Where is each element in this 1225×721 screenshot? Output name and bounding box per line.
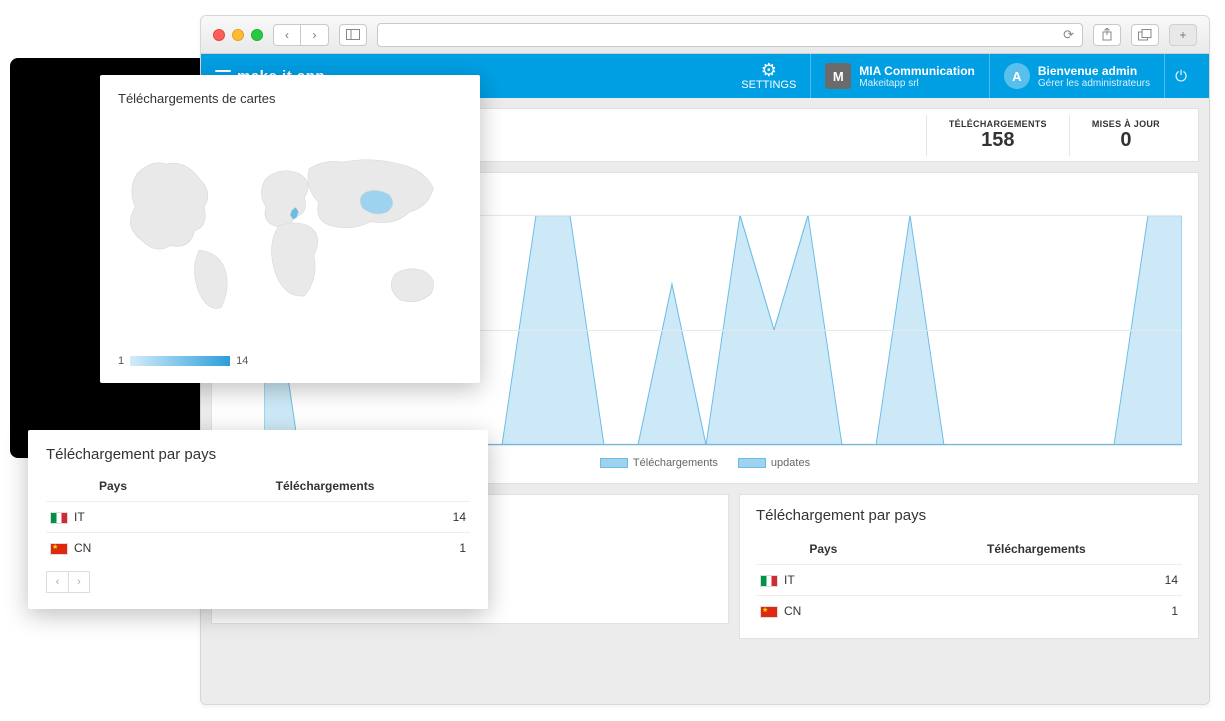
stat-value: 0: [1092, 129, 1160, 152]
org-avatar: M: [825, 63, 851, 89]
stat-label: TÉLÉCHARGEMENTS: [949, 119, 1047, 129]
legend-label: updates: [771, 457, 810, 469]
url-bar[interactable]: ⟳: [377, 23, 1083, 47]
country-code: IT: [784, 573, 795, 587]
world-map: [118, 116, 462, 346]
pager-prev-button[interactable]: ‹: [46, 571, 68, 593]
stat-downloads: TÉLÉCHARGEMENTS 158: [926, 115, 1069, 156]
stat-updates: MISES À JOUR 0: [1069, 115, 1182, 156]
table-row: CN 1: [46, 533, 470, 564]
col-downloads: Téléchargements: [180, 471, 470, 502]
browser-toolbar: ‹ › ⟳ +: [201, 16, 1209, 54]
flag-icon: [50, 512, 68, 524]
settings-button[interactable]: ⚙ SETTINGS: [727, 54, 810, 98]
table-row: IT 14: [46, 502, 470, 533]
window-close-button[interactable]: [213, 29, 225, 41]
gear-icon: ⚙: [741, 61, 796, 79]
country-table: Pays Téléchargements IT 14 CN 1: [756, 534, 1182, 626]
nav-forward-button[interactable]: ›: [301, 24, 329, 46]
legend-label: Téléchargements: [633, 457, 718, 469]
user-avatar: A: [1004, 63, 1030, 89]
stat-value: 158: [949, 129, 1047, 152]
download-count: 14: [891, 565, 1182, 596]
download-count: 1: [891, 596, 1182, 627]
flag-icon: [50, 543, 68, 555]
country-card: Téléchargement par pays Pays Téléchargem…: [28, 430, 488, 609]
country-table: Pays Téléchargements IT 14 CN 1: [46, 471, 470, 563]
card-title: Téléchargement par pays: [46, 446, 470, 463]
col-country: Pays: [46, 471, 180, 502]
col-downloads: Téléchargements: [891, 534, 1182, 565]
map-card: Téléchargements de cartes 1 14: [100, 75, 480, 383]
legend-swatch: [738, 458, 766, 468]
pager-next-button[interactable]: ›: [68, 571, 90, 593]
window-minimize-button[interactable]: [232, 29, 244, 41]
card-title: Téléchargement par pays: [756, 507, 1182, 524]
user-sub: Gérer les administrateurs: [1038, 78, 1150, 89]
country-code: IT: [74, 510, 85, 524]
col-country: Pays: [756, 534, 891, 565]
org-sub: Makeitapp srl: [859, 78, 975, 89]
window-traffic-lights: [213, 29, 263, 41]
bottom-country-card: Téléchargement par pays Pays Téléchargem…: [739, 494, 1199, 639]
org-switcher[interactable]: M MIA Communication Makeitapp srl: [810, 54, 989, 98]
country-code: CN: [74, 541, 91, 555]
download-count: 14: [180, 502, 470, 533]
new-tab-button[interactable]: +: [1169, 24, 1197, 46]
nav-back-button[interactable]: ‹: [273, 24, 301, 46]
stat-label: MISES À JOUR: [1092, 119, 1160, 129]
card-title: Téléchargements de cartes: [118, 91, 462, 106]
reload-icon[interactable]: ⟳: [1063, 27, 1074, 43]
window-maximize-button[interactable]: [251, 29, 263, 41]
settings-label: SETTINGS: [741, 79, 796, 91]
legend-max: 14: [236, 355, 248, 367]
legend-min: 1: [118, 355, 124, 367]
tabs-button[interactable]: [1131, 24, 1159, 46]
sidebar-toggle-button[interactable]: [339, 24, 367, 46]
legend-swatch: [600, 458, 628, 468]
map-legend: 1 14: [118, 355, 462, 367]
share-button[interactable]: [1093, 24, 1121, 46]
table-row: CN 1: [756, 596, 1182, 627]
flag-icon: [760, 606, 778, 618]
user-menu[interactable]: A Bienvenue admin Gérer les administrate…: [989, 54, 1164, 98]
country-code: CN: [784, 604, 801, 618]
flag-icon: [760, 575, 778, 587]
user-greeting: Bienvenue admin: [1038, 64, 1137, 78]
table-row: IT 14: [756, 565, 1182, 596]
legend-gradient: [130, 356, 230, 366]
logout-icon[interactable]: ⏻: [1175, 68, 1187, 85]
download-count: 1: [180, 533, 470, 564]
org-name: MIA Communication: [859, 64, 975, 78]
pager: ‹ ›: [46, 571, 470, 593]
